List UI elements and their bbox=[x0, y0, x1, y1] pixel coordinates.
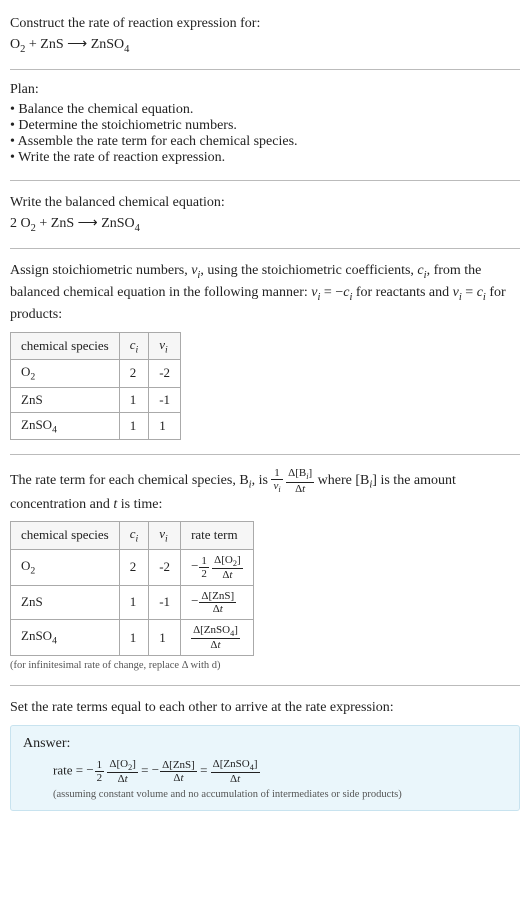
answer-box: Answer: rate = −12 Δ[O2]Δt = −Δ[ZnS]Δt =… bbox=[10, 725, 520, 811]
balanced-title: Write the balanced chemical equation: bbox=[10, 193, 520, 213]
cell-vi: -2 bbox=[149, 549, 181, 585]
divider bbox=[10, 248, 520, 249]
cell-vi: -1 bbox=[149, 585, 181, 619]
col-species: chemical species bbox=[11, 332, 120, 360]
plan-title: Plan: bbox=[10, 82, 520, 98]
prompt-text: Construct the rate of reaction expressio… bbox=[10, 14, 520, 34]
divider bbox=[10, 180, 520, 181]
rateterm-text-part: where bbox=[318, 473, 356, 488]
cell-vi: 1 bbox=[149, 412, 181, 440]
cell-species: O2 bbox=[11, 360, 120, 388]
cell-rate: −Δ[ZnS]Δt bbox=[181, 585, 254, 619]
table-row: O2 2 -2 −12 Δ[O2]Δt bbox=[11, 549, 254, 585]
stoich-text: Assign stoichiometric numbers, νi, using… bbox=[10, 261, 520, 325]
plan-item: Balance the chemical equation. bbox=[10, 102, 520, 118]
divider bbox=[10, 69, 520, 70]
plan-list: Balance the chemical equation. Determine… bbox=[10, 102, 520, 166]
col-species: chemical species bbox=[11, 521, 120, 549]
plan-item: Assemble the rate term for each chemical… bbox=[10, 134, 520, 150]
divider bbox=[10, 685, 520, 686]
rateterm-section: The rate term for each chemical species,… bbox=[10, 461, 520, 681]
col-vi: νi bbox=[149, 332, 181, 360]
stoich-text-part: for reactants and bbox=[352, 285, 452, 300]
table-row: ZnSO4 1 1 bbox=[11, 412, 181, 440]
cell-ci: 1 bbox=[119, 412, 149, 440]
table-row: ZnSO4 1 1 Δ[ZnSO4]Δt bbox=[11, 620, 254, 656]
cell-ci: 1 bbox=[119, 387, 149, 412]
final-section: Set the rate terms equal to each other t… bbox=[10, 692, 520, 821]
cell-ci: 1 bbox=[119, 620, 149, 656]
stoich-table: chemical species ci νi O2 2 -2 ZnS 1 -1 … bbox=[10, 332, 181, 441]
rateterm-text-part: is time: bbox=[117, 497, 162, 512]
stoich-section: Assign stoichiometric numbers, νi , using… bbox=[10, 255, 520, 450]
cell-ci: 2 bbox=[119, 549, 149, 585]
balanced-equation: 2 O2 + ZnS ⟶ ZnSO4 bbox=[10, 215, 520, 234]
table-header-row: chemical species ci νi bbox=[11, 332, 181, 360]
col-rate: rate term bbox=[181, 521, 254, 549]
cell-species: O2 bbox=[11, 549, 120, 585]
plan-section: Plan: Balance the chemical equation. Det… bbox=[10, 76, 520, 176]
balanced-section: Write the balanced chemical equation: 2 … bbox=[10, 187, 520, 244]
answer-equation: rate = −12 Δ[O2]Δt = −Δ[ZnS]Δt = Δ[ZnSO4… bbox=[53, 758, 507, 785]
cell-vi: -1 bbox=[149, 387, 181, 412]
fraction: 1νi bbox=[271, 467, 282, 494]
col-ci: ci bbox=[119, 521, 149, 549]
answer-note: (assuming constant volume and no accumul… bbox=[53, 789, 507, 800]
rateterm-text: The rate term for each chemical species,… bbox=[10, 467, 520, 515]
prompt-section: Construct the rate of reaction expressio… bbox=[10, 8, 520, 65]
cell-rate: Δ[ZnSO4]Δt bbox=[181, 620, 254, 656]
rateterm-text-part: , is bbox=[252, 473, 272, 488]
stoich-text-part: Assign stoichiometric numbers, bbox=[10, 263, 191, 278]
fraction: Δ[Bi]Δt bbox=[286, 467, 314, 494]
plan-item: Determine the stoichiometric numbers. bbox=[10, 118, 520, 134]
cell-vi: -2 bbox=[149, 360, 181, 388]
cell-species: ZnS bbox=[11, 387, 120, 412]
plan-item: Write the rate of reaction expression. bbox=[10, 150, 520, 166]
cell-rate: −12 Δ[O2]Δt bbox=[181, 549, 254, 585]
cell-species: ZnSO4 bbox=[11, 620, 120, 656]
rateterm-text-part: The rate term for each chemical species, bbox=[10, 473, 239, 488]
cell-species: ZnSO4 bbox=[11, 412, 120, 440]
table-row: O2 2 -2 bbox=[11, 360, 181, 388]
cell-species: ZnS bbox=[11, 585, 120, 619]
table-header-row: chemical species ci νi rate term bbox=[11, 521, 254, 549]
cell-vi: 1 bbox=[149, 620, 181, 656]
unbalanced-equation: O2 + ZnS ⟶ ZnSO4 bbox=[10, 36, 520, 55]
table-row: ZnS 1 -1 bbox=[11, 387, 181, 412]
rateterm-note: (for infinitesimal rate of change, repla… bbox=[10, 660, 520, 671]
rateterm-table: chemical species ci νi rate term O2 2 -2… bbox=[10, 521, 254, 656]
col-vi: νi bbox=[149, 521, 181, 549]
col-ci: ci bbox=[119, 332, 149, 360]
stoich-text-part: , using the stoichiometric coefficients, bbox=[200, 263, 417, 278]
answer-label: Answer: bbox=[23, 736, 507, 752]
table-row: ZnS 1 -1 −Δ[ZnS]Δt bbox=[11, 585, 254, 619]
final-title: Set the rate terms equal to each other t… bbox=[10, 698, 520, 718]
cell-ci: 1 bbox=[119, 585, 149, 619]
cell-ci: 2 bbox=[119, 360, 149, 388]
divider bbox=[10, 454, 520, 455]
